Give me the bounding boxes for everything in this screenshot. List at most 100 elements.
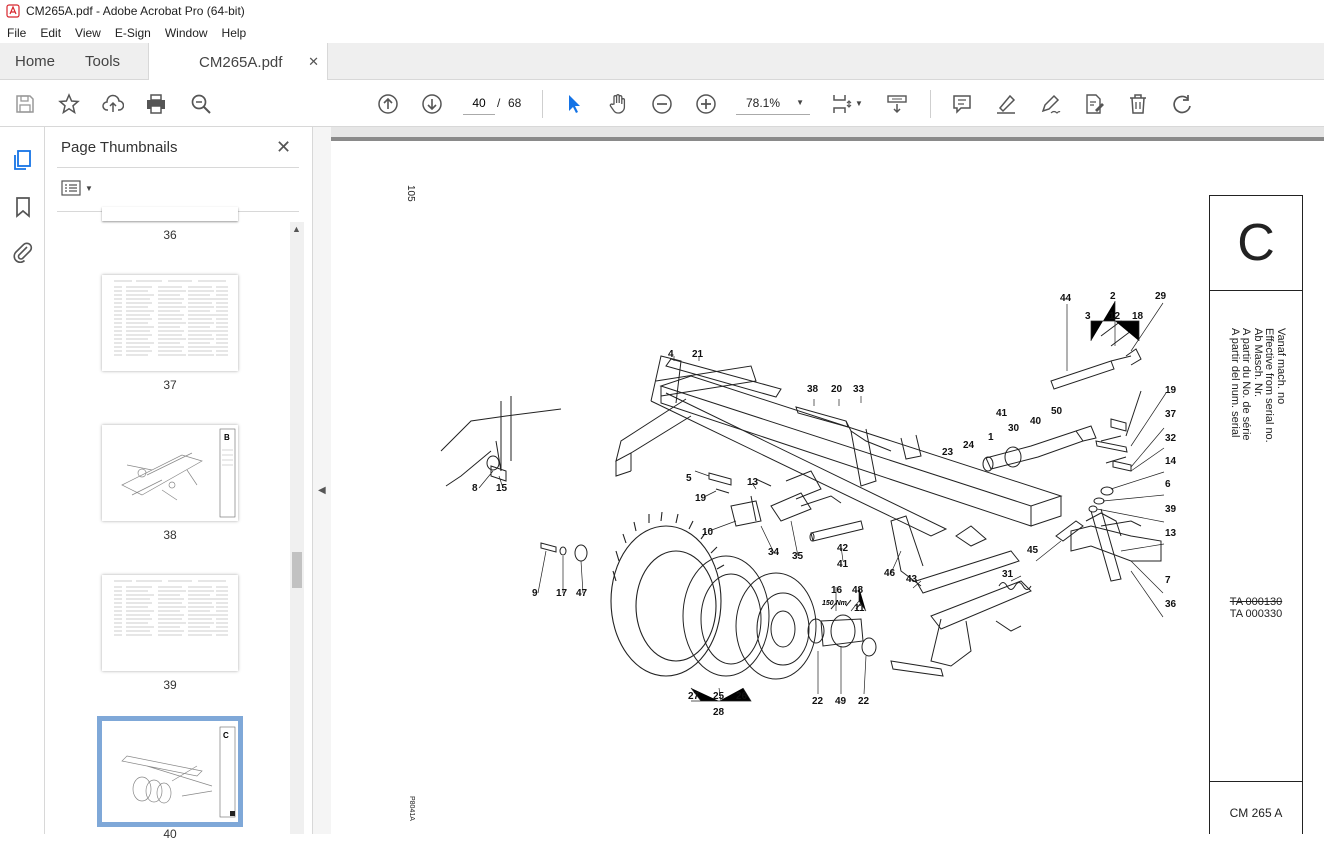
callout: 19 bbox=[1165, 385, 1177, 396]
callout: 32 bbox=[1165, 433, 1177, 444]
callout: 47 bbox=[576, 588, 588, 599]
thumbnail-scrollbar[interactable]: ▲ bbox=[290, 222, 304, 834]
thumbnail-label: 38 bbox=[163, 528, 177, 542]
save-icon[interactable] bbox=[13, 92, 37, 116]
comment-icon[interactable] bbox=[950, 92, 974, 116]
wheel-rim bbox=[682, 555, 770, 677]
scroll-up-icon[interactable]: ▲ bbox=[292, 224, 301, 234]
callout: 35 bbox=[792, 551, 804, 562]
hand-tool-icon[interactable] bbox=[606, 92, 630, 116]
callout: 37 bbox=[1165, 409, 1177, 420]
upload-cloud-icon[interactable] bbox=[101, 92, 125, 116]
thumbnail-text-preview bbox=[114, 580, 228, 636]
thumbnail-label: 36 bbox=[163, 228, 177, 242]
select-cursor-icon[interactable] bbox=[562, 92, 586, 116]
callout: 12 bbox=[1109, 311, 1121, 322]
callout: 27 bbox=[688, 691, 700, 702]
callout: 33 bbox=[853, 384, 865, 395]
highlight-pen-icon[interactable] bbox=[994, 92, 1018, 116]
thumbnail-page-36[interactable] bbox=[102, 207, 238, 221]
callout: 22 bbox=[858, 696, 870, 707]
callout: 16 bbox=[831, 585, 843, 596]
menu-esign[interactable]: E-Sign bbox=[108, 26, 158, 40]
callout: 10 bbox=[702, 527, 714, 538]
callout: 9 bbox=[532, 588, 538, 599]
edit-pdf-icon[interactable] bbox=[1082, 92, 1106, 116]
document-viewer[interactable]: 105 P8041A C Vanaf mach. no Effective fr… bbox=[331, 127, 1324, 834]
pdf-page: 105 P8041A C Vanaf mach. no Effective fr… bbox=[331, 141, 1324, 834]
next-page-icon[interactable] bbox=[420, 92, 444, 116]
callout: 11 bbox=[854, 603, 865, 614]
thumbnail-page-37[interactable] bbox=[102, 275, 238, 371]
thumbnail-page-39[interactable] bbox=[102, 575, 238, 671]
thumbnail-page-40[interactable]: C bbox=[97, 716, 243, 827]
callout: 39 bbox=[1165, 504, 1177, 515]
tab-home[interactable]: Home bbox=[0, 43, 70, 79]
effective-line: Ab Masch. Nr. bbox=[1252, 328, 1264, 398]
callout: 19 bbox=[695, 493, 707, 504]
fit-dropdown-chevron-icon[interactable]: ▼ bbox=[855, 99, 863, 108]
thumbnail-options-button[interactable]: ▼ bbox=[61, 180, 93, 196]
callout: 45 bbox=[1027, 545, 1039, 556]
callout: 41 bbox=[837, 559, 849, 570]
delete-trash-icon[interactable] bbox=[1126, 92, 1150, 116]
rotate-icon[interactable] bbox=[1170, 92, 1194, 116]
chevron-down-icon: ▼ bbox=[85, 183, 93, 193]
title-bar: CM265A.pdf - Adobe Acrobat Pro (64-bit) bbox=[0, 0, 1324, 22]
torque-label: 150 Nm bbox=[822, 600, 847, 607]
previous-page-icon[interactable] bbox=[376, 92, 400, 116]
zoom-level-select[interactable]: 78.1% ▼ bbox=[736, 91, 810, 115]
sign-pen-icon[interactable] bbox=[1038, 92, 1062, 116]
callout: 20 bbox=[831, 384, 843, 395]
close-icon[interactable]: ✕ bbox=[276, 137, 291, 158]
panel-collapse-handle[interactable]: ◀ bbox=[313, 127, 331, 834]
thumbnail-page-38[interactable]: B bbox=[102, 425, 238, 521]
callout: 28 bbox=[713, 707, 725, 718]
bookmarks-icon[interactable] bbox=[11, 195, 35, 219]
callout: 5 bbox=[686, 473, 692, 484]
callout: 1 bbox=[988, 432, 994, 443]
attachments-paperclip-icon[interactable] bbox=[11, 240, 35, 264]
tab-close-icon[interactable]: ✕ bbox=[308, 54, 319, 70]
link-bar bbox=[665, 358, 782, 398]
zoom-search-icon[interactable] bbox=[189, 92, 213, 116]
callout: 31 bbox=[1002, 569, 1014, 580]
menu-edit[interactable]: Edit bbox=[33, 26, 68, 40]
callout: 24 bbox=[963, 440, 975, 451]
page-thumbnails-icon[interactable] bbox=[11, 148, 35, 172]
callout: 23 bbox=[942, 447, 954, 458]
panel-title: Page Thumbnails bbox=[61, 139, 178, 156]
zoom-out-icon[interactable] bbox=[650, 92, 674, 116]
callout: 25 bbox=[713, 691, 725, 702]
toolbar-divider-2 bbox=[930, 90, 931, 118]
fit-page-icon[interactable] bbox=[830, 92, 854, 116]
callout: 17 bbox=[556, 588, 568, 599]
exploded-parts-diagram: 44 2 29 3 12 18 4 21 38 20 33 19 41 37 4… bbox=[440, 291, 1177, 718]
callout: 14 bbox=[1165, 456, 1177, 467]
page-number-input[interactable] bbox=[463, 91, 495, 115]
callout: 18 bbox=[1132, 311, 1144, 322]
menu-help[interactable]: Help bbox=[215, 26, 254, 40]
thumbnail-label: 39 bbox=[163, 678, 177, 692]
bookmark-star-icon[interactable] bbox=[57, 92, 81, 116]
menu-file[interactable]: File bbox=[0, 26, 33, 40]
tab-document[interactable]: CM265A.pdf ✕ bbox=[148, 43, 329, 81]
thumbnails-panel: Page Thumbnails ✕ ▼ ▲ 36 37 B 38 39 C 40 bbox=[45, 127, 313, 841]
wheel-hub bbox=[820, 618, 864, 647]
thumbnail-label: 40 bbox=[163, 827, 177, 841]
callout: 44 bbox=[1060, 293, 1072, 304]
list-options-icon bbox=[61, 180, 81, 196]
tab-tools[interactable]: Tools bbox=[70, 43, 135, 79]
menu-view[interactable]: View bbox=[68, 26, 108, 40]
window-title: CM265A.pdf - Adobe Acrobat Pro (64-bit) bbox=[26, 4, 245, 18]
zoom-in-icon[interactable] bbox=[694, 92, 718, 116]
callout: 7 bbox=[1165, 575, 1171, 586]
print-icon[interactable] bbox=[144, 92, 168, 116]
menu-window[interactable]: Window bbox=[158, 26, 215, 40]
callout: 8 bbox=[472, 483, 478, 494]
scrollbar-thumb[interactable] bbox=[292, 552, 302, 588]
scroll-mode-icon[interactable] bbox=[885, 92, 909, 116]
model-code: CM 265 A bbox=[1210, 781, 1302, 834]
effective-line: Effective from serial no. bbox=[1263, 328, 1276, 443]
callout: 2 bbox=[1110, 291, 1116, 302]
